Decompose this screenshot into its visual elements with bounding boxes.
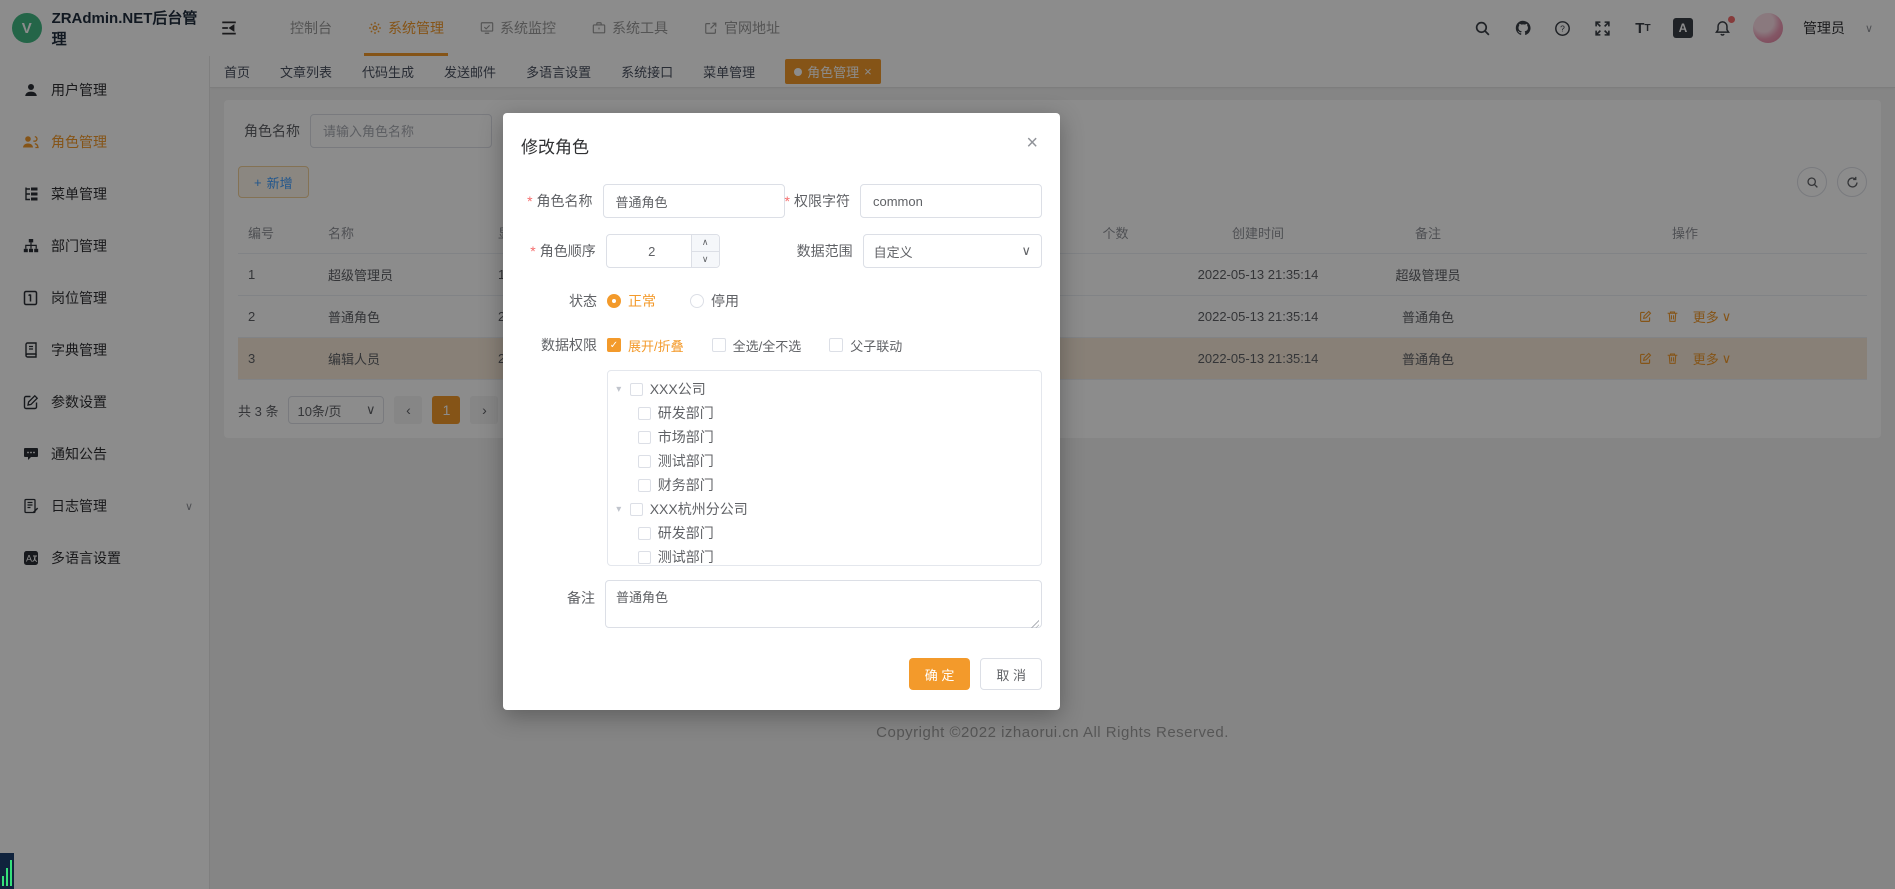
select-all-checkbox[interactable]: 全选/全不选 bbox=[712, 336, 802, 355]
cancel-button[interactable]: 取 消 bbox=[980, 658, 1042, 690]
tree-checkbox[interactable] bbox=[638, 431, 651, 444]
dialog-role-name-input[interactable] bbox=[603, 184, 785, 218]
tree-checkbox[interactable] bbox=[638, 479, 651, 492]
remark-textarea[interactable]: 普通角色 bbox=[605, 580, 1042, 628]
tree-node-label: 财务部门 bbox=[658, 475, 714, 495]
tree-spacer bbox=[519, 370, 607, 566]
data-permission-field-label: 数据权限 bbox=[519, 330, 607, 360]
permission-tree: ▾ XXX公司 研发部门 市场部门 测试部门 bbox=[607, 370, 1042, 566]
permission-options: ✓ 展开/折叠 全选/全不选 父子联动 bbox=[607, 330, 902, 360]
dialog-footer: 确 定 取 消 bbox=[503, 640, 1060, 710]
tree-node-dept[interactable]: 财务部门 bbox=[608, 473, 1041, 497]
stepper-down-button[interactable]: ∨ bbox=[691, 251, 719, 268]
status-normal-label: 正常 bbox=[628, 291, 656, 311]
radio-unselected-icon bbox=[690, 294, 704, 308]
tree-node-label: XXX杭州分公司 bbox=[650, 499, 748, 519]
tree-caret-icon[interactable]: ▾ bbox=[608, 384, 630, 395]
checkbox-unchecked-icon bbox=[829, 338, 843, 352]
tree-node-company2[interactable]: ▾ XXX杭州分公司 bbox=[608, 497, 1041, 521]
tree-node-label: 测试部门 bbox=[658, 547, 714, 566]
dialog-header: 修改角色 × bbox=[503, 113, 1060, 158]
dialog-body: 角色名称 权限字符 角色顺序 ∧ ∨ 数据范围 自定义 ∨ 状态 bbox=[503, 158, 1060, 633]
confirm-button[interactable]: 确 定 bbox=[909, 658, 971, 690]
close-dialog-icon[interactable]: × bbox=[1026, 133, 1038, 153]
tree-checkbox[interactable] bbox=[630, 383, 643, 396]
check-icon: ✓ bbox=[610, 340, 618, 351]
data-scope-value: 自定义 bbox=[874, 242, 913, 261]
tree-checkbox[interactable] bbox=[638, 551, 651, 564]
tree-checkbox[interactable] bbox=[638, 455, 651, 468]
tree-node-dept[interactable]: 测试部门 bbox=[608, 449, 1041, 473]
status-normal-radio[interactable]: 正常 bbox=[607, 291, 656, 311]
data-scope-field-label: 数据范围 bbox=[788, 234, 863, 268]
role-name-field-label: 角色名称 bbox=[519, 184, 603, 218]
dialog-role-key-input[interactable] bbox=[860, 184, 1042, 218]
widget-bar bbox=[2, 876, 4, 886]
edit-role-dialog: 修改角色 × 角色名称 权限字符 角色顺序 ∧ ∨ 数据范围 自定义 ∨ bbox=[503, 113, 1060, 710]
tree-node-label: XXX公司 bbox=[650, 379, 706, 399]
stepper-up-button[interactable]: ∧ bbox=[691, 235, 719, 251]
tree-node-dept[interactable]: 研发部门 bbox=[608, 401, 1041, 425]
expand-collapse-checkbox[interactable]: ✓ 展开/折叠 bbox=[607, 336, 684, 355]
tree-node-dept[interactable]: 测试部门 bbox=[608, 545, 1041, 566]
checkbox-checked-icon: ✓ bbox=[607, 338, 621, 352]
status-field-label: 状态 bbox=[519, 284, 607, 318]
tree-node-label: 研发部门 bbox=[658, 403, 714, 423]
tree-node-label: 测试部门 bbox=[658, 451, 714, 471]
expand-collapse-label: 展开/折叠 bbox=[628, 336, 684, 355]
status-disabled-label: 停用 bbox=[711, 291, 739, 311]
checkbox-unchecked-icon bbox=[712, 338, 726, 352]
widget-bar bbox=[10, 860, 12, 886]
tree-node-dept[interactable]: 研发部门 bbox=[608, 521, 1041, 545]
remark-field-label: 备注 bbox=[519, 580, 605, 633]
tree-checkbox[interactable] bbox=[638, 527, 651, 540]
status-radio-group: 正常 停用 bbox=[607, 284, 739, 318]
chevron-down-icon: ∨ bbox=[1022, 243, 1032, 259]
tree-caret-icon[interactable]: ▾ bbox=[608, 504, 630, 515]
parent-child-link-checkbox[interactable]: 父子联动 bbox=[829, 336, 902, 355]
select-all-label: 全选/全不选 bbox=[733, 336, 802, 355]
tree-node-label: 研发部门 bbox=[658, 523, 714, 543]
role-key-field-label: 权限字符 bbox=[785, 184, 860, 218]
tree-checkbox[interactable] bbox=[630, 503, 643, 516]
remark-textarea-wrap: 普通角色 bbox=[605, 580, 1042, 633]
tree-node-label: 市场部门 bbox=[658, 427, 714, 447]
status-disabled-radio[interactable]: 停用 bbox=[690, 291, 739, 311]
tree-node-dept[interactable]: 市场部门 bbox=[608, 425, 1041, 449]
data-scope-select[interactable]: 自定义 ∨ bbox=[863, 234, 1042, 268]
corner-widget bbox=[0, 853, 14, 889]
tree-checkbox[interactable] bbox=[638, 407, 651, 420]
dialog-title: 修改角色 bbox=[521, 138, 589, 157]
role-sort-stepper: ∧ ∨ bbox=[606, 234, 720, 268]
parent-child-link-label: 父子联动 bbox=[850, 336, 902, 355]
widget-bar bbox=[6, 868, 8, 886]
radio-selected-icon bbox=[607, 294, 621, 308]
role-sort-field-label: 角色顺序 bbox=[519, 234, 606, 268]
tree-node-company1[interactable]: ▾ XXX公司 bbox=[608, 377, 1041, 401]
